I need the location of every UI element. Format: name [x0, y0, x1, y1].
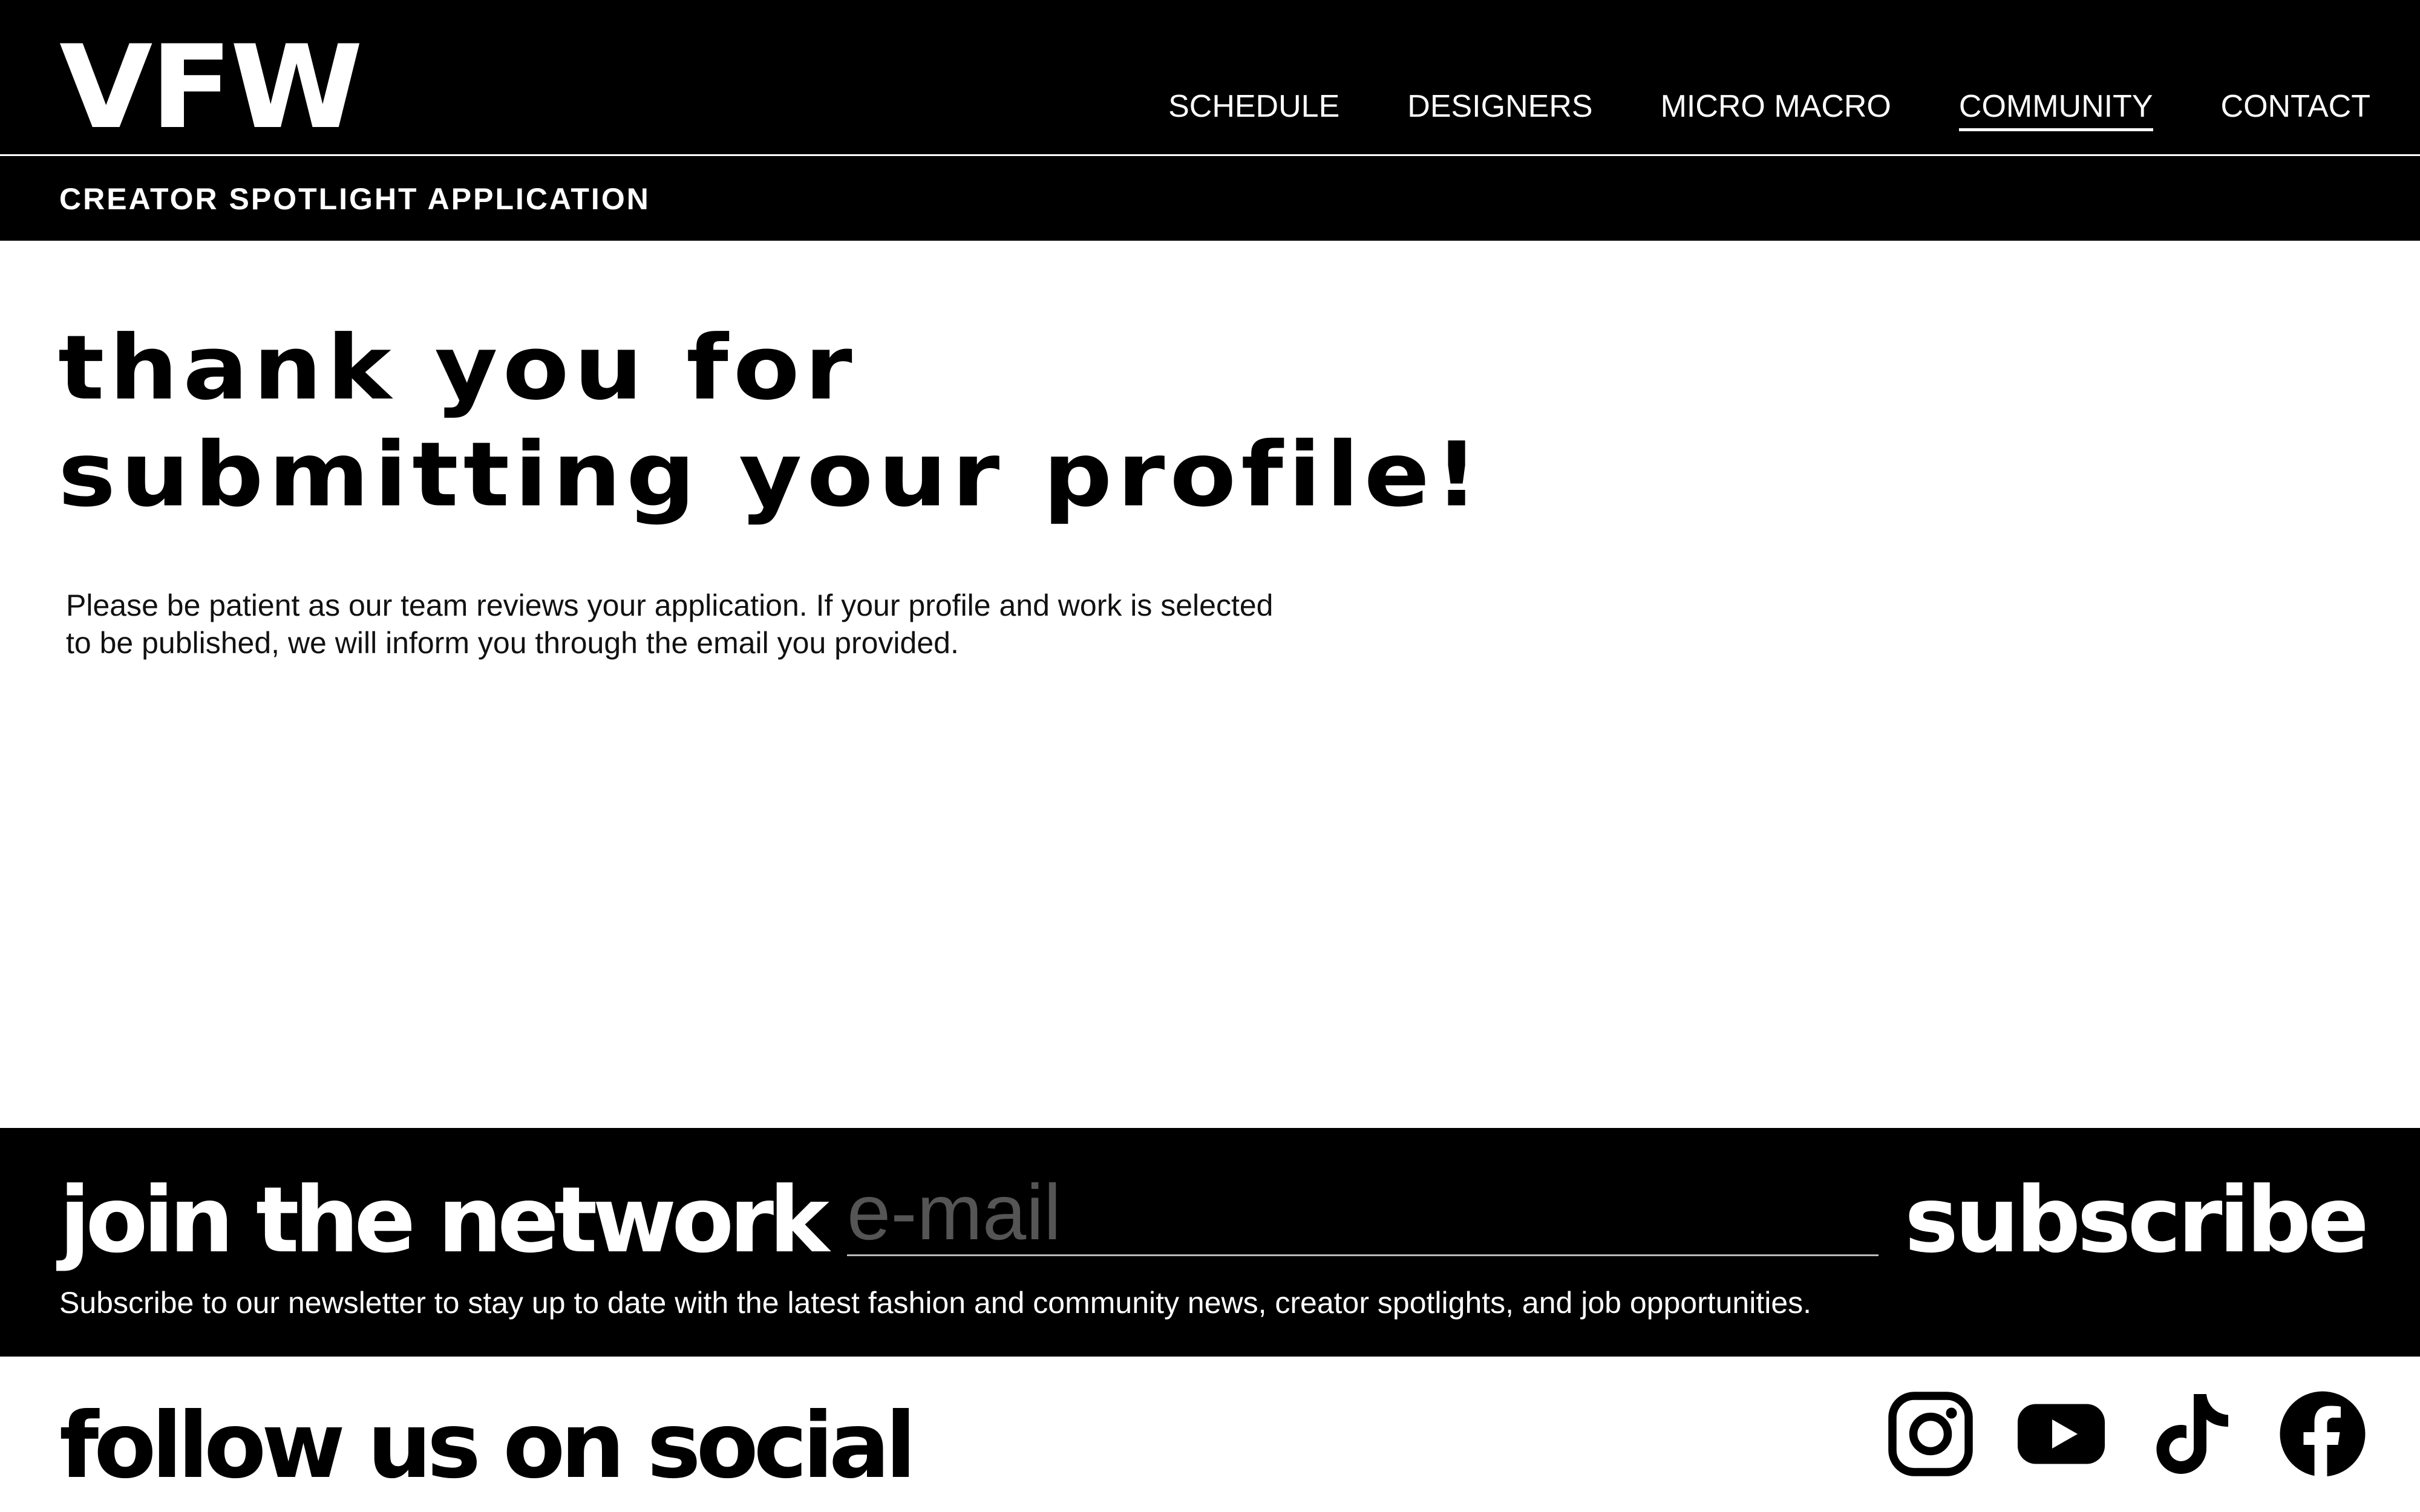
- page-title-line-1: thank you for: [58, 315, 857, 420]
- newsletter-title: join the network: [59, 1168, 829, 1273]
- page-subtitle: CREATOR SPOTLIGHT APPLICATION: [59, 182, 650, 216]
- header-divider: [0, 154, 2420, 156]
- top-header: VFW SCHEDULE DESIGNERS MICRO MACRO COMMU…: [0, 0, 2420, 155]
- instagram-icon[interactable]: [1885, 1389, 1976, 1479]
- facebook-icon[interactable]: [2277, 1389, 2368, 1479]
- vfw-logo[interactable]: VFW: [59, 30, 363, 145]
- nav-community[interactable]: COMMUNITY: [1958, 88, 2153, 131]
- subscribe-button[interactable]: subscribe: [1905, 1175, 2369, 1266]
- tiktok-icon[interactable]: [2147, 1389, 2237, 1479]
- newsletter-section: join the network subscribe Subscribe to …: [0, 1128, 2420, 1357]
- nav-contact[interactable]: CONTACT: [2221, 88, 2370, 131]
- page-title: thank you for submitting your profile!: [58, 314, 1483, 528]
- social-title: follow us on social: [59, 1393, 917, 1499]
- page-title-line-2: submitting your profile!: [58, 422, 1484, 527]
- nav-micro-macro[interactable]: MICRO MACRO: [1661, 88, 1891, 131]
- nav-schedule[interactable]: SCHEDULE: [1168, 88, 1339, 131]
- newsletter-description: Subscribe to our newsletter to stay up t…: [59, 1286, 1812, 1320]
- nav-designers[interactable]: DESIGNERS: [1407, 88, 1592, 131]
- email-input[interactable]: [847, 1171, 1879, 1256]
- social-icons: [1885, 1389, 2368, 1479]
- main-nav: SCHEDULE DESIGNERS MICRO MACRO COMMUNITY…: [1168, 88, 2370, 131]
- confirmation-message: Please be patient as our team reviews yo…: [66, 588, 1274, 660]
- youtube-icon[interactable]: [2016, 1389, 2107, 1479]
